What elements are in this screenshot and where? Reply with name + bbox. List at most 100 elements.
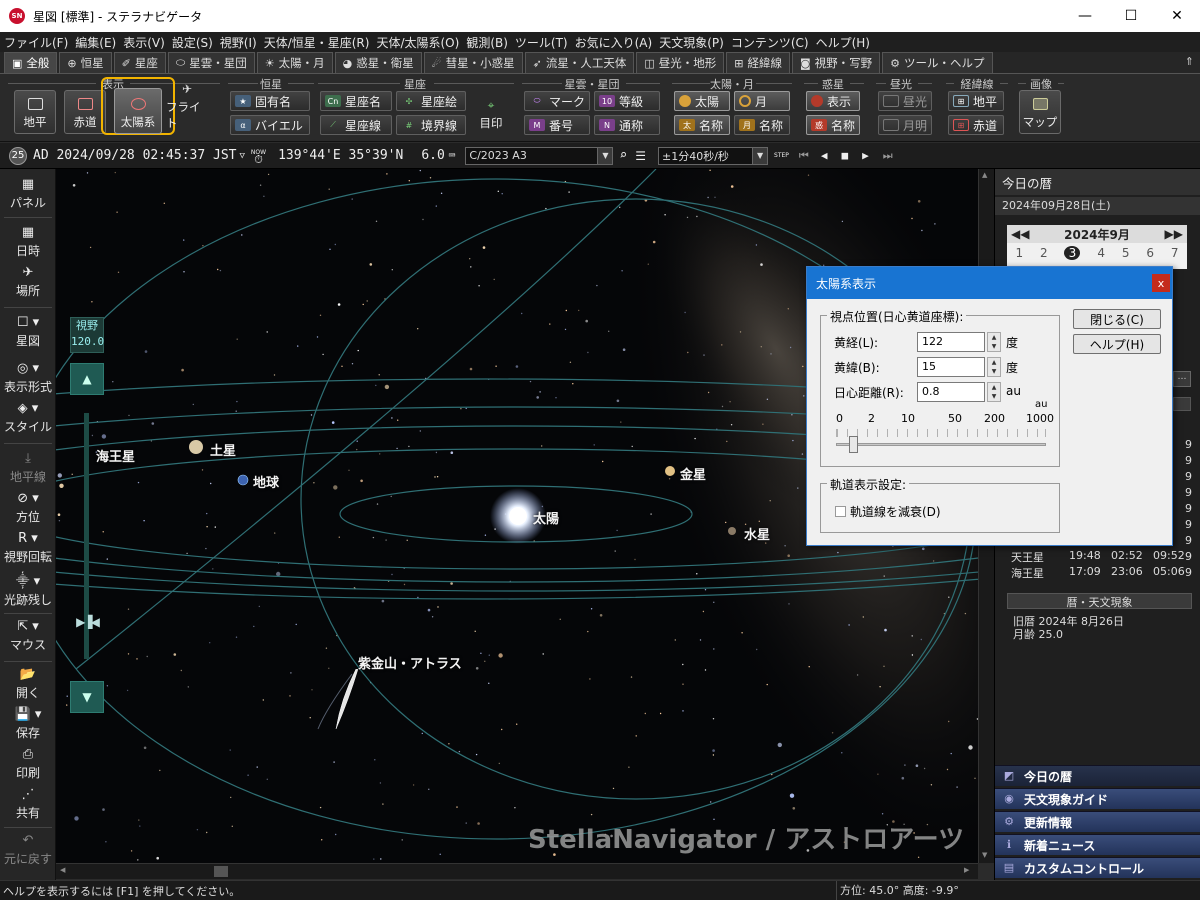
menu-stars-constellations[interactable]: 天体/恒星・星座(R): [264, 34, 370, 51]
longitude-stepper[interactable]: ▲ ▼: [987, 332, 1001, 352]
share-button[interactable]: ⋰ 共有: [0, 787, 56, 821]
keyboard-icon[interactable]: ⌨: [449, 149, 456, 162]
latitude-stepper[interactable]: ▲ ▼: [987, 357, 1001, 377]
constellation-name-button[interactable]: Cn 星座名: [320, 91, 392, 111]
flight-button[interactable]: ✈ フライト: [166, 83, 208, 134]
equatorial-view-button[interactable]: 赤道: [64, 90, 106, 134]
dialog-title-bar[interactable]: 太陽系表示: [807, 267, 1172, 299]
mouse-mode-button[interactable]: ⇱ ▾ マウス: [0, 619, 56, 653]
menu-edit[interactable]: 編集(E): [75, 34, 116, 51]
moonlight-button[interactable]: 月明: [878, 115, 932, 135]
next-month-icon[interactable]: ▶▶: [1165, 227, 1183, 241]
undo-button[interactable]: ↶ 元に戻す: [0, 833, 56, 867]
tab-constellations[interactable]: ✐ 星座: [113, 52, 166, 73]
scroll-right-icon[interactable]: ▶: [964, 866, 969, 874]
tab-grid[interactable]: ⊞ 経緯線: [726, 52, 790, 73]
spin-up-icon[interactable]: ▲: [988, 383, 1000, 392]
moon-name-button[interactable]: 月名称: [734, 115, 790, 135]
trail-button[interactable]: ⸎ ▾ 光跡残し: [0, 571, 56, 608]
horizon-grid-button[interactable]: ⊞ 地平: [948, 91, 1004, 111]
menu-solar-system[interactable]: 天体/太陽系(O): [376, 34, 459, 51]
step-back-icon[interactable]: ◀: [821, 149, 828, 162]
close-button[interactable]: 閉じる(C): [1073, 309, 1161, 329]
open-button[interactable]: 📂 開く: [0, 667, 56, 701]
proper-name-button[interactable]: ★ 固有名: [230, 91, 310, 111]
spin-up-icon[interactable]: ▲: [988, 333, 1000, 342]
moon-age-badge[interactable]: 25: [9, 146, 27, 165]
saturn-label[interactable]: 土星: [210, 440, 236, 459]
help-button[interactable]: ヘルプ(H): [1073, 334, 1161, 354]
spin-down-icon[interactable]: ▼: [988, 392, 1000, 401]
calendar-day[interactable]: 6: [1146, 246, 1154, 260]
earth-label[interactable]: 地球: [253, 472, 279, 491]
venus[interactable]: [665, 466, 675, 476]
saturn[interactable]: [189, 440, 203, 454]
tab-fov[interactable]: ◙ 視野・写野: [791, 52, 881, 73]
panel-side-tab[interactable]: [1173, 397, 1191, 411]
map-button[interactable]: マップ: [1019, 90, 1061, 134]
menu-settings[interactable]: 設定(S): [172, 34, 213, 51]
horizon-view-button[interactable]: 地平: [14, 90, 56, 134]
daylight-button[interactable]: 昼光: [878, 91, 932, 111]
nebula-number-button[interactable]: M 番号: [524, 115, 590, 135]
spin-down-icon[interactable]: ▼: [988, 342, 1000, 351]
maximize-button[interactable]: ☐: [1108, 0, 1154, 32]
zoom-in-button[interactable]: ▲: [70, 363, 104, 395]
print-button[interactable]: ⎙ 印刷: [0, 747, 56, 781]
tab-nebulae[interactable]: ⬭ 星雲・星団: [167, 52, 255, 73]
sun[interactable]: [509, 507, 527, 525]
skip-back-icon[interactable]: ⏮: [799, 149, 809, 163]
zoom-out-button[interactable]: ▼: [70, 681, 104, 713]
tab-tools[interactable]: ⚙ ツール・ヘルプ: [882, 52, 993, 73]
list-icon[interactable]: ☰: [635, 149, 646, 163]
bayer-button[interactable]: α バイエル: [230, 115, 310, 135]
datetime-display[interactable]: AD 2024/09/28 02:45:37 JST: [33, 148, 237, 163]
menu-tools[interactable]: ツール(T): [515, 34, 568, 51]
distance-stepper[interactable]: ▲ ▼: [987, 382, 1001, 402]
comet[interactable]: [335, 668, 359, 730]
neptune-label[interactable]: 海王星: [96, 446, 135, 465]
menu-observation[interactable]: 観測(B): [466, 34, 508, 51]
panel-more-button[interactable]: …: [1173, 371, 1191, 387]
spin-up-icon[interactable]: ▲: [988, 358, 1000, 367]
display-format-button[interactable]: ◎ ▾ 表示形式: [0, 361, 56, 395]
menu-help[interactable]: ヘルプ(H): [816, 34, 870, 51]
fade-orbit-label[interactable]: 軌道線を減衰(D): [850, 503, 941, 520]
location-display[interactable]: 139°44'E 35°39'N: [278, 148, 403, 163]
mercury[interactable]: [728, 527, 736, 535]
nebula-magnitude-button[interactable]: 10 等級: [594, 91, 660, 111]
location-button[interactable]: ✈ 場所: [0, 265, 56, 299]
tab-meteors[interactable]: ➶ 流星・人工天体: [524, 52, 635, 73]
now-button[interactable]: NOW ⏱: [251, 149, 266, 165]
spin-down-icon[interactable]: ▼: [988, 367, 1000, 376]
datetime-button[interactable]: ▦ 日時: [0, 225, 56, 259]
today-calendar-button[interactable]: ◩ 今日の暦: [995, 765, 1200, 786]
update-info-button[interactable]: ⚙ 更新情報: [995, 811, 1200, 832]
view-rotation-button[interactable]: R ▾ 視野回転: [0, 531, 56, 565]
calendar-day[interactable]: 2: [1040, 246, 1048, 260]
solar-system-view-button[interactable]: 太陽系: [114, 88, 162, 134]
sun-name-button[interactable]: 太名称: [674, 115, 730, 135]
moon-button[interactable]: 月: [734, 91, 790, 111]
menu-file[interactable]: ファイル(F): [4, 34, 68, 51]
tab-sun-moon[interactable]: ☀ 太陽・月: [256, 52, 333, 73]
menu-phenomena[interactable]: 天文現象(P): [659, 34, 724, 51]
venus-label[interactable]: 金星: [680, 464, 706, 483]
prev-month-icon[interactable]: ◀◀: [1011, 227, 1029, 241]
dropdown-icon[interactable]: ▽: [240, 151, 245, 161]
fov-slider-handle[interactable]: ▶▐◀: [70, 615, 104, 633]
menu-favorites[interactable]: お気に入り(A): [575, 34, 653, 51]
calendar-day[interactable]: 4: [1097, 246, 1105, 260]
constellation-art-button[interactable]: ✣ 星座絵: [396, 91, 466, 111]
search-icon[interactable]: ⌕: [619, 148, 627, 163]
calendar-day[interactable]: 1: [1015, 246, 1023, 260]
menu-fov[interactable]: 視野(I): [220, 34, 257, 51]
calendar-day[interactable]: 5: [1122, 246, 1130, 260]
limiting-magnitude[interactable]: 6.0: [421, 148, 444, 163]
time-speed-select[interactable]: ±1分40秒/秒 ▼: [658, 146, 769, 165]
minimize-button[interactable]: —: [1062, 0, 1108, 32]
object-select[interactable]: C/2023 A3 ▼: [465, 146, 614, 165]
nebula-mark-button[interactable]: ⬭ マーク: [524, 91, 590, 111]
save-button[interactable]: 💾 ▾ 保存: [0, 707, 56, 741]
stop-icon[interactable]: ■: [841, 149, 848, 162]
